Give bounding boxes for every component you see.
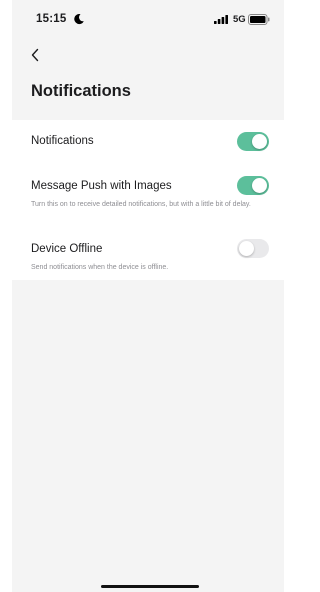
setting-desc-device-offline: Send notifications when the device is of… [31,264,169,271]
home-indicator [101,585,199,588]
app-container: 15:15 5G Notifications Notifications Mes… [12,0,284,592]
toggle-knob [252,178,267,193]
moon-icon [74,14,84,25]
message-push-toggle[interactable] [237,176,269,195]
settings-card: Notifications Message Push with Images T… [12,120,284,280]
setting-label-notifications: Notifications [31,135,94,147]
chevron-left-icon [31,48,39,62]
page-title: Notifications [31,82,131,100]
notifications-toggle[interactable] [237,132,269,151]
network-label: 5G [233,14,246,25]
phone-screen: 15:15 5G Notifications Notifications Mes… [0,0,294,592]
toggle-knob [252,134,267,149]
setting-label-device-offline: Device Offline [31,243,103,255]
setting-desc-message-push: Turn this on to receive detailed notific… [31,201,251,208]
signal-icon [214,15,228,24]
battery-icon [248,14,270,25]
toggle-knob [239,241,254,256]
setting-label-message-push: Message Push with Images [31,180,172,192]
status-bar: 15:15 5G [12,0,284,40]
status-time: 15:15 [36,13,67,25]
device-offline-toggle[interactable] [237,239,269,258]
back-button[interactable] [24,44,46,66]
